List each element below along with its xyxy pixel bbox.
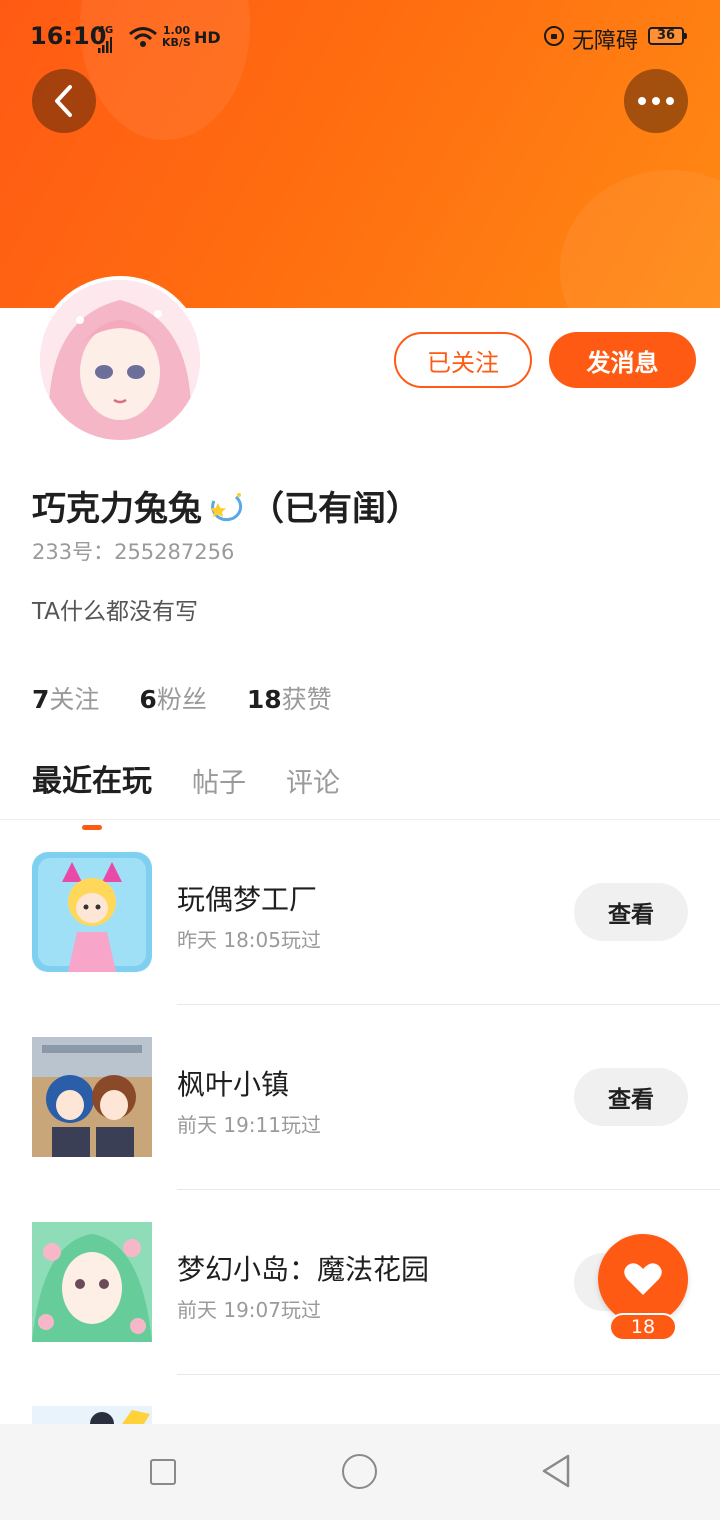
game-name: 梦幻小岛：魔法花园: [177, 1253, 430, 1286]
game-thumbnail: [32, 1037, 152, 1157]
profile-tabs: 最近在玩 帖子 评论: [32, 756, 340, 830]
network-indicator: 4G: [98, 26, 113, 53]
stat-following[interactable]: 7关注: [32, 680, 99, 716]
username: 巧克力兔兔 （已有闺）: [32, 489, 420, 529]
user-bio: TA什么都没有写: [32, 599, 198, 625]
game-list-item[interactable]: 枫叶小镇 前天 19:11玩过 查看: [0, 1005, 720, 1190]
view-game-button[interactable]: 查看: [574, 883, 688, 941]
accessibility-label: 无障碍: [572, 29, 639, 54]
game-thumbnail: [32, 1406, 152, 1424]
signal-icon: [98, 37, 112, 53]
game-list-item-partial[interactable]: [32, 1406, 152, 1424]
game-played-time: 昨天 18:05玩过: [177, 928, 321, 952]
game-thumbnail: [32, 1222, 152, 1342]
tab-posts[interactable]: 帖子: [192, 761, 246, 800]
game-played-time: 前天 19:11玩过: [177, 1113, 321, 1137]
stat-likes[interactable]: 18获赞: [247, 680, 332, 716]
game-name: 玩偶梦工厂: [177, 883, 318, 916]
nav-back-icon[interactable]: [540, 1453, 572, 1489]
battery-indicator: 36: [648, 27, 687, 45]
stat-followers[interactable]: 6粉丝: [139, 680, 206, 716]
nav-square-icon[interactable]: [150, 1459, 176, 1485]
status-time: 16:10: [30, 22, 107, 50]
game-thumbnail: [32, 852, 152, 972]
network-speed: 1.00 KB/S: [162, 24, 191, 49]
system-navigation-bar: [0, 1424, 720, 1520]
heart-icon: [624, 1263, 662, 1295]
user-id: 233号：255287256: [32, 540, 235, 564]
followed-button[interactable]: 已关注: [394, 332, 532, 388]
avatar-illustration: [40, 280, 200, 440]
tab-recently-played[interactable]: 最近在玩: [32, 756, 152, 830]
hd-indicator: HD: [194, 28, 221, 47]
user-avatar[interactable]: [36, 276, 204, 444]
back-icon: [55, 85, 72, 117]
more-options-button[interactable]: [624, 69, 688, 133]
back-button[interactable]: [32, 69, 96, 133]
dizzy-star-emoji-icon: [210, 492, 243, 521]
status-bar: 16:10 4G 1.00 KB/S HD 无障碍 36: [0, 0, 720, 72]
nav-home-icon[interactable]: [342, 1454, 377, 1489]
like-count-badge: 18: [609, 1313, 677, 1341]
game-name: 枫叶小镇: [177, 1068, 290, 1101]
accessibility-lock-icon: [544, 26, 564, 46]
profile-stats: 7关注 6粉丝 18获赞: [32, 680, 332, 716]
send-message-button[interactable]: 发消息: [549, 332, 696, 388]
view-game-button[interactable]: 查看: [574, 1068, 688, 1126]
game-list-item[interactable]: 玩偶梦工厂 昨天 18:05玩过 查看: [0, 820, 720, 1005]
game-played-time: 前天 19:07玩过: [177, 1298, 321, 1322]
like-button[interactable]: [598, 1234, 688, 1324]
tab-comments[interactable]: 评论: [286, 761, 340, 800]
wifi-icon: [129, 27, 157, 47]
more-icon: [638, 97, 674, 105]
